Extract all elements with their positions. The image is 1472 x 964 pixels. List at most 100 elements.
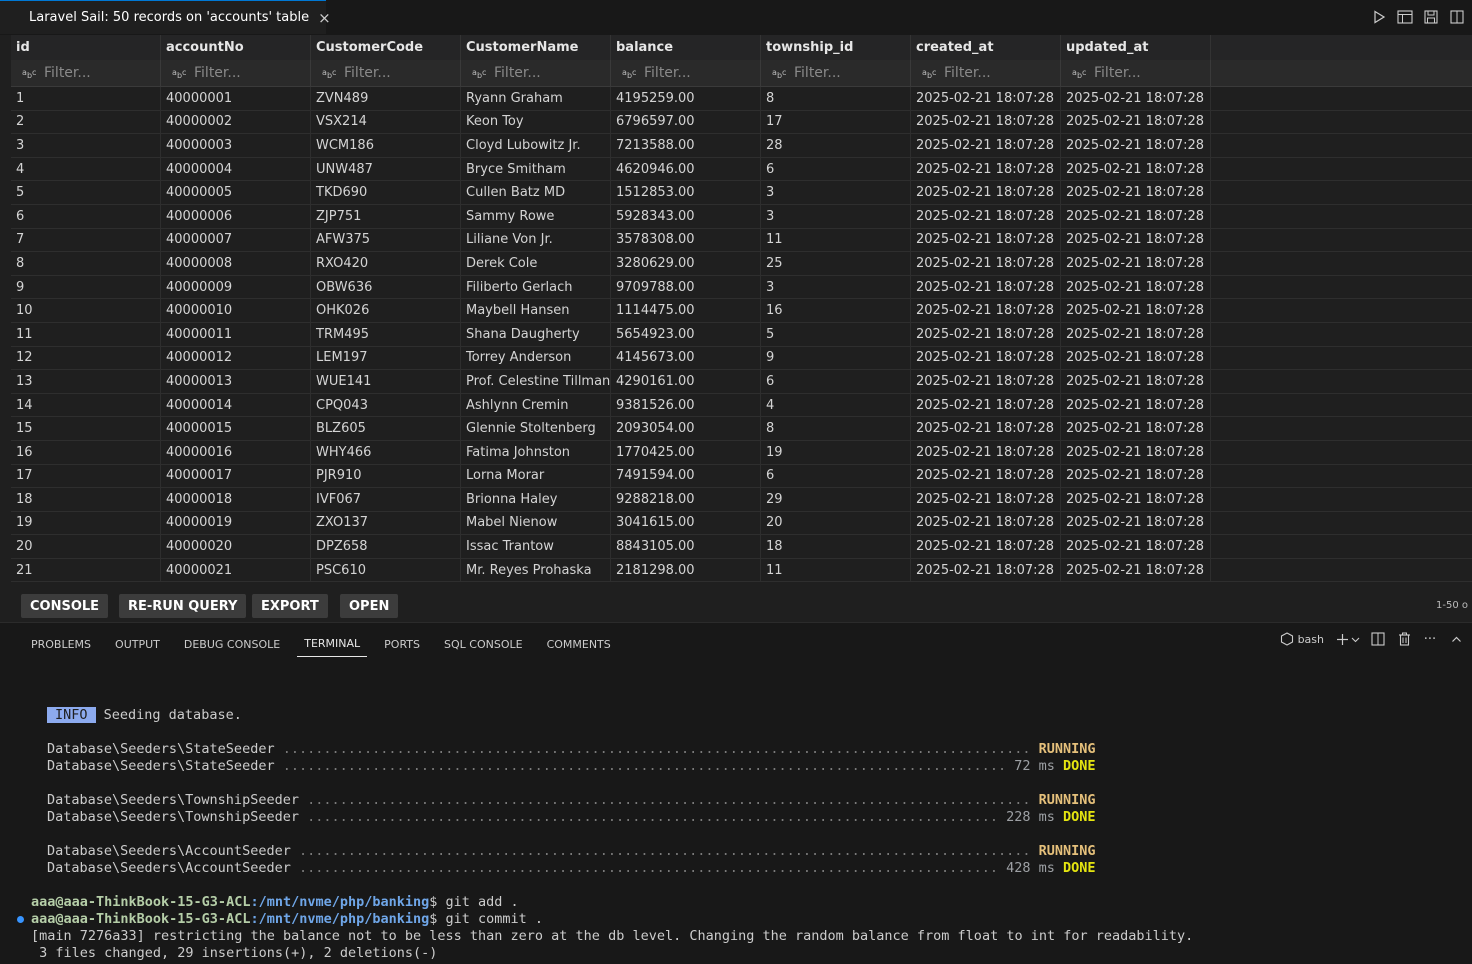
table-row[interactable]: 19 40000019 ZXO137 Mabel Nienow 3041615.00 20… [11, 511, 1472, 536]
table-cell[interactable]: 2025-02-21 18:07:28 [1061, 299, 1211, 322]
table-cell[interactable]: 19 [11, 511, 161, 535]
column-header-customername[interactable]: CustomerName [461, 35, 611, 60]
table-cell[interactable]: 16 [761, 299, 911, 322]
table-cell[interactable]: 6 [761, 464, 911, 488]
table-cell[interactable]: 2025-02-21 18:07:28 [1061, 275, 1211, 299]
table-cell[interactable]: ZVN489 [311, 87, 461, 110]
table-cell[interactable]: 40000013 [161, 370, 311, 393]
table-cell[interactable]: AFW375 [311, 228, 461, 252]
table-cell[interactable]: BLZ605 [311, 417, 461, 440]
table-cell[interactable]: DPZ658 [311, 535, 461, 558]
table-cell[interactable]: 3280629.00 [611, 252, 761, 275]
table-cell[interactable]: 9288218.00 [611, 488, 761, 511]
table-cell[interactable]: 11 [761, 558, 911, 582]
table-cell[interactable]: 40000020 [161, 535, 311, 558]
table-cell[interactable]: 17 [761, 110, 911, 134]
table-cell[interactable]: 5928343.00 [611, 204, 761, 228]
table-cell[interactable]: Issac Trantow [461, 535, 611, 558]
table-row[interactable]: 7 40000007 AFW375 Liliane Von Jr. 3578308.00… [11, 228, 1472, 253]
table-cell[interactable]: 9381526.00 [611, 393, 761, 417]
table-cell[interactable]: 2025-02-21 18:07:28 [911, 558, 1061, 582]
table-cell[interactable]: 6 [761, 370, 911, 393]
column-filter-input[interactable] [344, 65, 444, 81]
table-cell[interactable]: 2025-02-21 18:07:28 [911, 511, 1061, 535]
table-cell[interactable]: Prof. Celestine Tillman [461, 370, 611, 393]
table-row[interactable]: 13 40000013 WUE141 Prof. Celestine Tillman 4… [11, 370, 1472, 394]
table-cell[interactable]: 40000019 [161, 511, 311, 535]
table-cell[interactable]: 2025-02-21 18:07:28 [911, 464, 1061, 488]
table-row[interactable]: 20 40000020 DPZ658 Issac Trantow 8843105.00 1… [11, 535, 1472, 559]
table-cell[interactable]: 3 [761, 275, 911, 299]
table-cell[interactable]: UNW487 [311, 157, 461, 181]
table-cell[interactable]: 2025-02-21 18:07:28 [1061, 440, 1211, 464]
table-cell[interactable]: 29 [761, 488, 911, 511]
table-cell[interactable]: Derek Cole [461, 252, 611, 275]
table-row[interactable]: 9 40000009 OBW636 Filiberto Gerlach 9709788.… [11, 275, 1472, 300]
table-cell[interactable]: 2025-02-21 18:07:28 [911, 252, 1061, 275]
table-cell[interactable]: 40000017 [161, 464, 311, 488]
table-cell[interactable]: 19 [761, 440, 911, 464]
table-cell[interactable]: 2025-02-21 18:07:28 [1061, 181, 1211, 204]
table-cell[interactable]: 40000011 [161, 322, 311, 346]
table-cell[interactable]: 40000009 [161, 275, 311, 299]
open-button[interactable]: OPEN [340, 594, 399, 618]
table-cell[interactable]: 40000004 [161, 157, 311, 181]
table-cell[interactable]: WCM186 [311, 134, 461, 157]
column-header-accountno[interactable]: accountNo [161, 35, 311, 60]
table-row[interactable]: 17 40000017 PJR910 Lorna Morar 7491594.00 6 20… [11, 464, 1472, 489]
split-editor-icon[interactable] [1448, 8, 1466, 26]
table-cell[interactable]: 40000016 [161, 440, 311, 464]
table-row[interactable]: 2 40000002 VSX214 Keon Toy 6796597.00 17 2025-… [11, 110, 1472, 135]
table-cell[interactable]: Cullen Batz MD [461, 181, 611, 204]
table-cell[interactable]: 2025-02-21 18:07:28 [1061, 346, 1211, 370]
table-row[interactable]: 15 40000015 BLZ605 Glennie Stoltenberg 20930… [11, 417, 1472, 441]
table-cell[interactable]: 8 [11, 252, 161, 275]
table-cell[interactable]: PSC610 [311, 558, 461, 582]
table-cell[interactable]: 9709788.00 [611, 275, 761, 299]
table-cell[interactable]: 2025-02-21 18:07:28 [911, 322, 1061, 346]
table-cell[interactable]: OHK026 [311, 299, 461, 322]
table-cell[interactable]: VSX214 [311, 110, 461, 134]
rerun-query-button[interactable]: RE-RUN QUERY [119, 594, 247, 618]
table-cell[interactable]: 2025-02-21 18:07:28 [1061, 322, 1211, 346]
table-cell[interactable]: 5 [11, 181, 161, 204]
table-cell[interactable]: 40000021 [161, 558, 311, 582]
table-row[interactable]: 16 40000016 WHY466 Fatima Johnston 1770425.0… [11, 440, 1472, 465]
table-cell[interactable]: IVF067 [311, 488, 461, 511]
table-cell[interactable]: 1114475.00 [611, 299, 761, 322]
table-cell[interactable]: CPQ043 [311, 393, 461, 417]
table-cell[interactable]: 9 [761, 346, 911, 370]
table-cell[interactable]: 4145673.00 [611, 346, 761, 370]
table-row[interactable]: 14 40000014 CPQ043 Ashlynn Cremin 9381526.00… [11, 393, 1472, 418]
table-cell[interactable]: WHY466 [311, 440, 461, 464]
table-cell[interactable]: 4 [11, 157, 161, 181]
table-cell[interactable]: 12 [11, 346, 161, 370]
table-cell[interactable]: 3 [761, 181, 911, 204]
table-cell[interactable]: Filiberto Gerlach [461, 275, 611, 299]
table-cell[interactable]: 21 [11, 558, 161, 582]
table-cell[interactable]: 2025-02-21 18:07:28 [1061, 252, 1211, 275]
table-row[interactable]: 12 40000012 LEM197 Torrey Anderson 4145673.0… [11, 346, 1472, 371]
table-cell[interactable]: 6 [11, 204, 161, 228]
table-cell[interactable]: Torrey Anderson [461, 346, 611, 370]
column-filter-input[interactable] [794, 65, 894, 81]
table-cell[interactable]: 18 [11, 488, 161, 511]
table-cell[interactable]: 1770425.00 [611, 440, 761, 464]
table-cell[interactable]: 2025-02-21 18:07:28 [1061, 464, 1211, 488]
table-cell[interactable]: ZXO137 [311, 511, 461, 535]
column-header-township-id[interactable]: township_id [761, 35, 911, 60]
column-filter-input[interactable] [944, 65, 1044, 81]
export-button[interactable]: EXPORT [252, 594, 328, 618]
table-row[interactable]: 11 40000011 TRM495 Shana Daugherty 5654923.0… [11, 322, 1472, 347]
table-cell[interactable]: 6 [761, 157, 911, 181]
table-cell[interactable]: RXO420 [311, 252, 461, 275]
table-row[interactable]: 21 40000021 PSC610 Mr. Reyes Prohaska 218129… [11, 558, 1472, 583]
table-cell[interactable]: WUE141 [311, 370, 461, 393]
table-cell[interactable]: Sammy Rowe [461, 204, 611, 228]
column-header-updated-at[interactable]: updated_at [1061, 35, 1211, 60]
table-cell[interactable]: 2025-02-21 18:07:28 [911, 157, 1061, 181]
table-cell[interactable]: 1 [11, 87, 161, 110]
table-row[interactable]: 5 40000005 TKD690 Cullen Batz MD 1512853.00 3… [11, 181, 1472, 205]
column-header-created-at[interactable]: created_at [911, 35, 1061, 60]
table-cell[interactable]: 13 [11, 370, 161, 393]
